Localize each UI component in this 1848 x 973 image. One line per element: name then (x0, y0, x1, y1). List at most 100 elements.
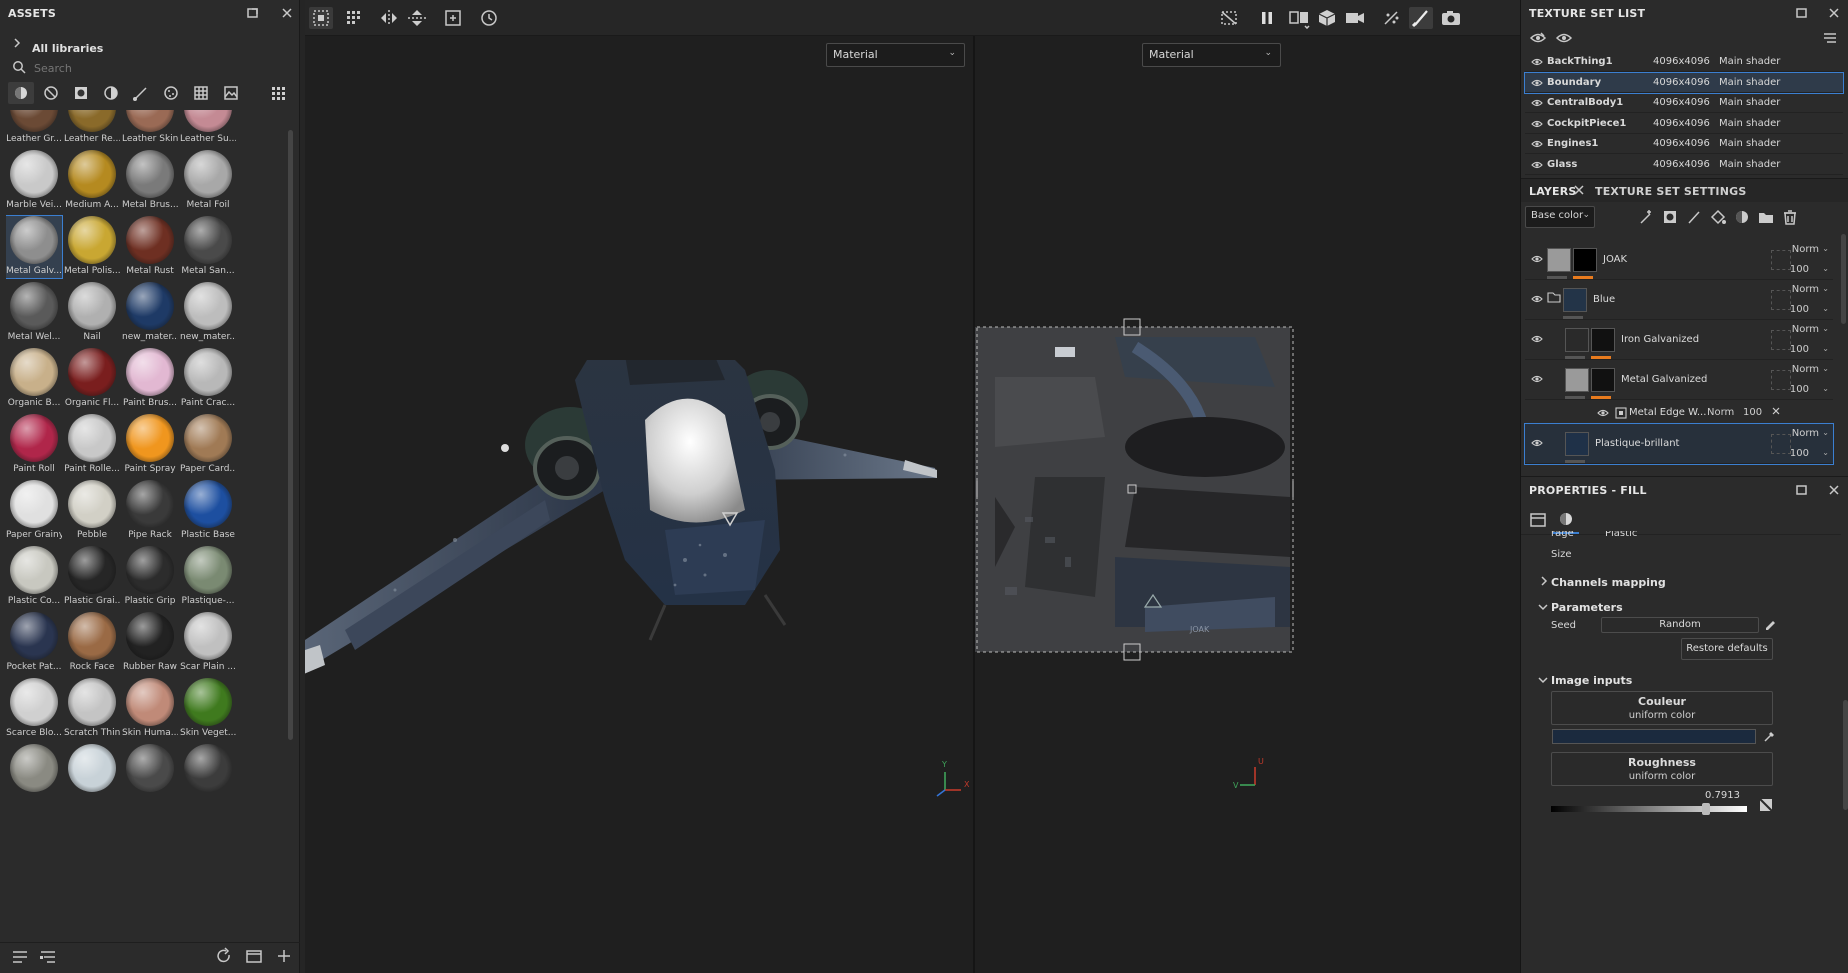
assets-scrollbar[interactable] (288, 130, 293, 740)
material-item[interactable]: Pebble (64, 480, 120, 542)
material-item[interactable]: Metal Brus... (122, 150, 178, 212)
material-item[interactable] (64, 744, 120, 806)
eyedropper-icon[interactable] (1762, 729, 1776, 743)
eye-icon[interactable] (1531, 254, 1543, 264)
eye-icon[interactable] (1531, 374, 1543, 384)
couleur-color-swatch[interactable] (1552, 729, 1756, 744)
uv-transform-frame[interactable] (973, 318, 1303, 663)
viewport-3d-mode-dropdown[interactable]: Material ⌄ (826, 43, 965, 67)
menu-icon[interactable] (1821, 30, 1839, 46)
close-icon[interactable] (1827, 6, 1841, 20)
layer-row[interactable]: Blue Norm 100 ⌄ ⌄ (1525, 280, 1833, 320)
add-folder-icon[interactable] (1757, 208, 1775, 226)
filter-materials-icon[interactable] (8, 82, 34, 104)
chevron-down-icon[interactable]: ⌄ (1822, 304, 1829, 313)
eye-icon[interactable] (1531, 160, 1543, 170)
parameters-section[interactable]: Parameters (1551, 601, 1623, 614)
layer-mask-slot[interactable] (1771, 330, 1791, 350)
material-item[interactable]: Leather Skin (122, 110, 178, 146)
material-item[interactable]: Plastique-... (180, 546, 236, 608)
layer-blend-mode[interactable]: Norm (1792, 324, 1819, 335)
chevron-down-icon[interactable] (1537, 602, 1549, 612)
restore-defaults-button[interactable]: Restore defaults (1681, 638, 1773, 660)
material-item[interactable]: Metal Galv... (6, 215, 63, 279)
filter-environments-icon[interactable] (218, 82, 244, 104)
layer-thumbnail[interactable] (1563, 288, 1587, 312)
chevron-right-icon[interactable] (1539, 575, 1549, 587)
image-inputs-section[interactable]: Image inputs (1551, 674, 1632, 687)
eye-icon[interactable] (1531, 119, 1543, 129)
eye-icon[interactable] (1555, 30, 1573, 46)
material-item[interactable]: Scratch Thin (64, 678, 120, 740)
viewport-2d-mode-dropdown[interactable]: Material ⌄ (1142, 43, 1281, 67)
texture-set-row[interactable]: Glass 4096x4096 Main shader (1525, 155, 1843, 175)
grid-view-icon[interactable] (266, 82, 292, 104)
undock-icon[interactable] (1795, 6, 1809, 20)
roughness-slider[interactable] (1551, 806, 1747, 812)
material-item[interactable]: Organic Fl... (64, 348, 120, 410)
symmetry-y-icon[interactable] (405, 7, 429, 29)
texture-picker-icon[interactable] (1759, 798, 1773, 812)
material-item[interactable]: Paint Roll (6, 414, 62, 476)
layer-thumbnail[interactable] (1565, 328, 1589, 352)
layer-row[interactable]: Plastique-brillant Norm 100 ⌄ ⌄ (1524, 423, 1834, 465)
material-item[interactable]: Marble Vei... (6, 150, 62, 212)
material-item[interactable]: Nail (64, 282, 120, 344)
eye-icon[interactable] (1531, 98, 1543, 108)
chevron-down-icon[interactable]: ⌄ (1822, 448, 1829, 457)
layer-row[interactable]: Metal Galvanized Norm 100 ⌄ ⌄ (1525, 360, 1833, 400)
layer-mask-slot[interactable] (1771, 290, 1791, 310)
material-item[interactable] (180, 744, 236, 806)
search-input[interactable] (34, 58, 284, 78)
material-item[interactable]: Paint Brus... (122, 348, 178, 410)
folder-icon[interactable] (1547, 290, 1561, 304)
pause-icon[interactable] (1255, 7, 1279, 29)
fill-properties-tab-icon[interactable] (1527, 508, 1549, 532)
properties-scrollbar[interactable] (1843, 700, 1848, 810)
chevron-down-icon[interactable]: ⌄ (1822, 364, 1829, 373)
tab-texture-set-settings[interactable]: TEXTURE SET SETTINGS (1595, 185, 1746, 198)
paint-brush-icon[interactable] (1409, 7, 1433, 29)
material-item[interactable]: Metal San... (180, 216, 236, 278)
material-item[interactable]: Organic B... (6, 348, 62, 410)
layer-opacity[interactable]: 100 (1790, 384, 1809, 395)
material-item[interactable]: Paper Card... (180, 414, 236, 476)
channel-dropdown[interactable]: Base color ⌄ (1525, 206, 1595, 228)
layer-opacity[interactable]: 100 (1790, 344, 1809, 355)
roughness-slider-handle[interactable] (1702, 803, 1711, 815)
effect-blend-mode[interactable]: Norm (1707, 407, 1734, 418)
eye-icon[interactable] (1531, 294, 1543, 304)
texture-set-row[interactable]: Boundary 4096x4096 Main shader (1524, 71, 1844, 94)
layer-mask-slot[interactable] (1771, 250, 1791, 270)
material-item[interactable]: Metal Foil (180, 150, 236, 212)
camera-video-icon[interactable] (1343, 7, 1367, 29)
material-item[interactable]: Pipe Rack (122, 480, 178, 542)
layer-blend-mode[interactable]: Norm (1792, 428, 1819, 439)
material-item[interactable]: Paint Crac... (180, 348, 236, 410)
layer-mask-slot[interactable] (1771, 434, 1791, 454)
texture-set-row[interactable]: CockpitPiece1 4096x4096 Main shader (1525, 114, 1843, 134)
texture-set-row[interactable]: BackThing1 4096x4096 Main shader (1525, 52, 1843, 72)
eye-icon[interactable] (1531, 334, 1543, 344)
material-item[interactable]: Plastic Base (180, 480, 236, 542)
chevron-down-icon[interactable]: ⌄ (1822, 324, 1829, 333)
layer-mask-thumbnail[interactable] (1573, 248, 1597, 272)
layer-mask-thumbnail[interactable] (1591, 328, 1615, 352)
add-icon[interactable] (274, 946, 294, 966)
layer-blend-mode[interactable]: Norm (1792, 364, 1819, 375)
add-frame-icon[interactable] (441, 7, 465, 29)
tiling-grid-icon[interactable] (343, 7, 367, 29)
material-item[interactable]: Rubber Raw (122, 612, 178, 674)
material-item[interactable]: new_mater... (122, 282, 178, 344)
selection-mode-icon[interactable] (309, 7, 333, 29)
layer-opacity[interactable]: 100 (1790, 264, 1809, 275)
layers-scrollbar[interactable] (1841, 234, 1846, 324)
eye-icon[interactable] (1531, 438, 1543, 448)
material-item[interactable]: Leather Gr... (6, 110, 62, 146)
close-icon[interactable] (1573, 184, 1585, 196)
material-item[interactable]: Scar Plain ... (180, 612, 236, 674)
chevron-down-icon[interactable]: ⌄ (1822, 264, 1829, 273)
add-mask-icon[interactable] (1661, 208, 1679, 226)
material-item[interactable]: Plastic Grip (122, 546, 178, 608)
layer-blend-mode[interactable]: Norm (1792, 244, 1819, 255)
